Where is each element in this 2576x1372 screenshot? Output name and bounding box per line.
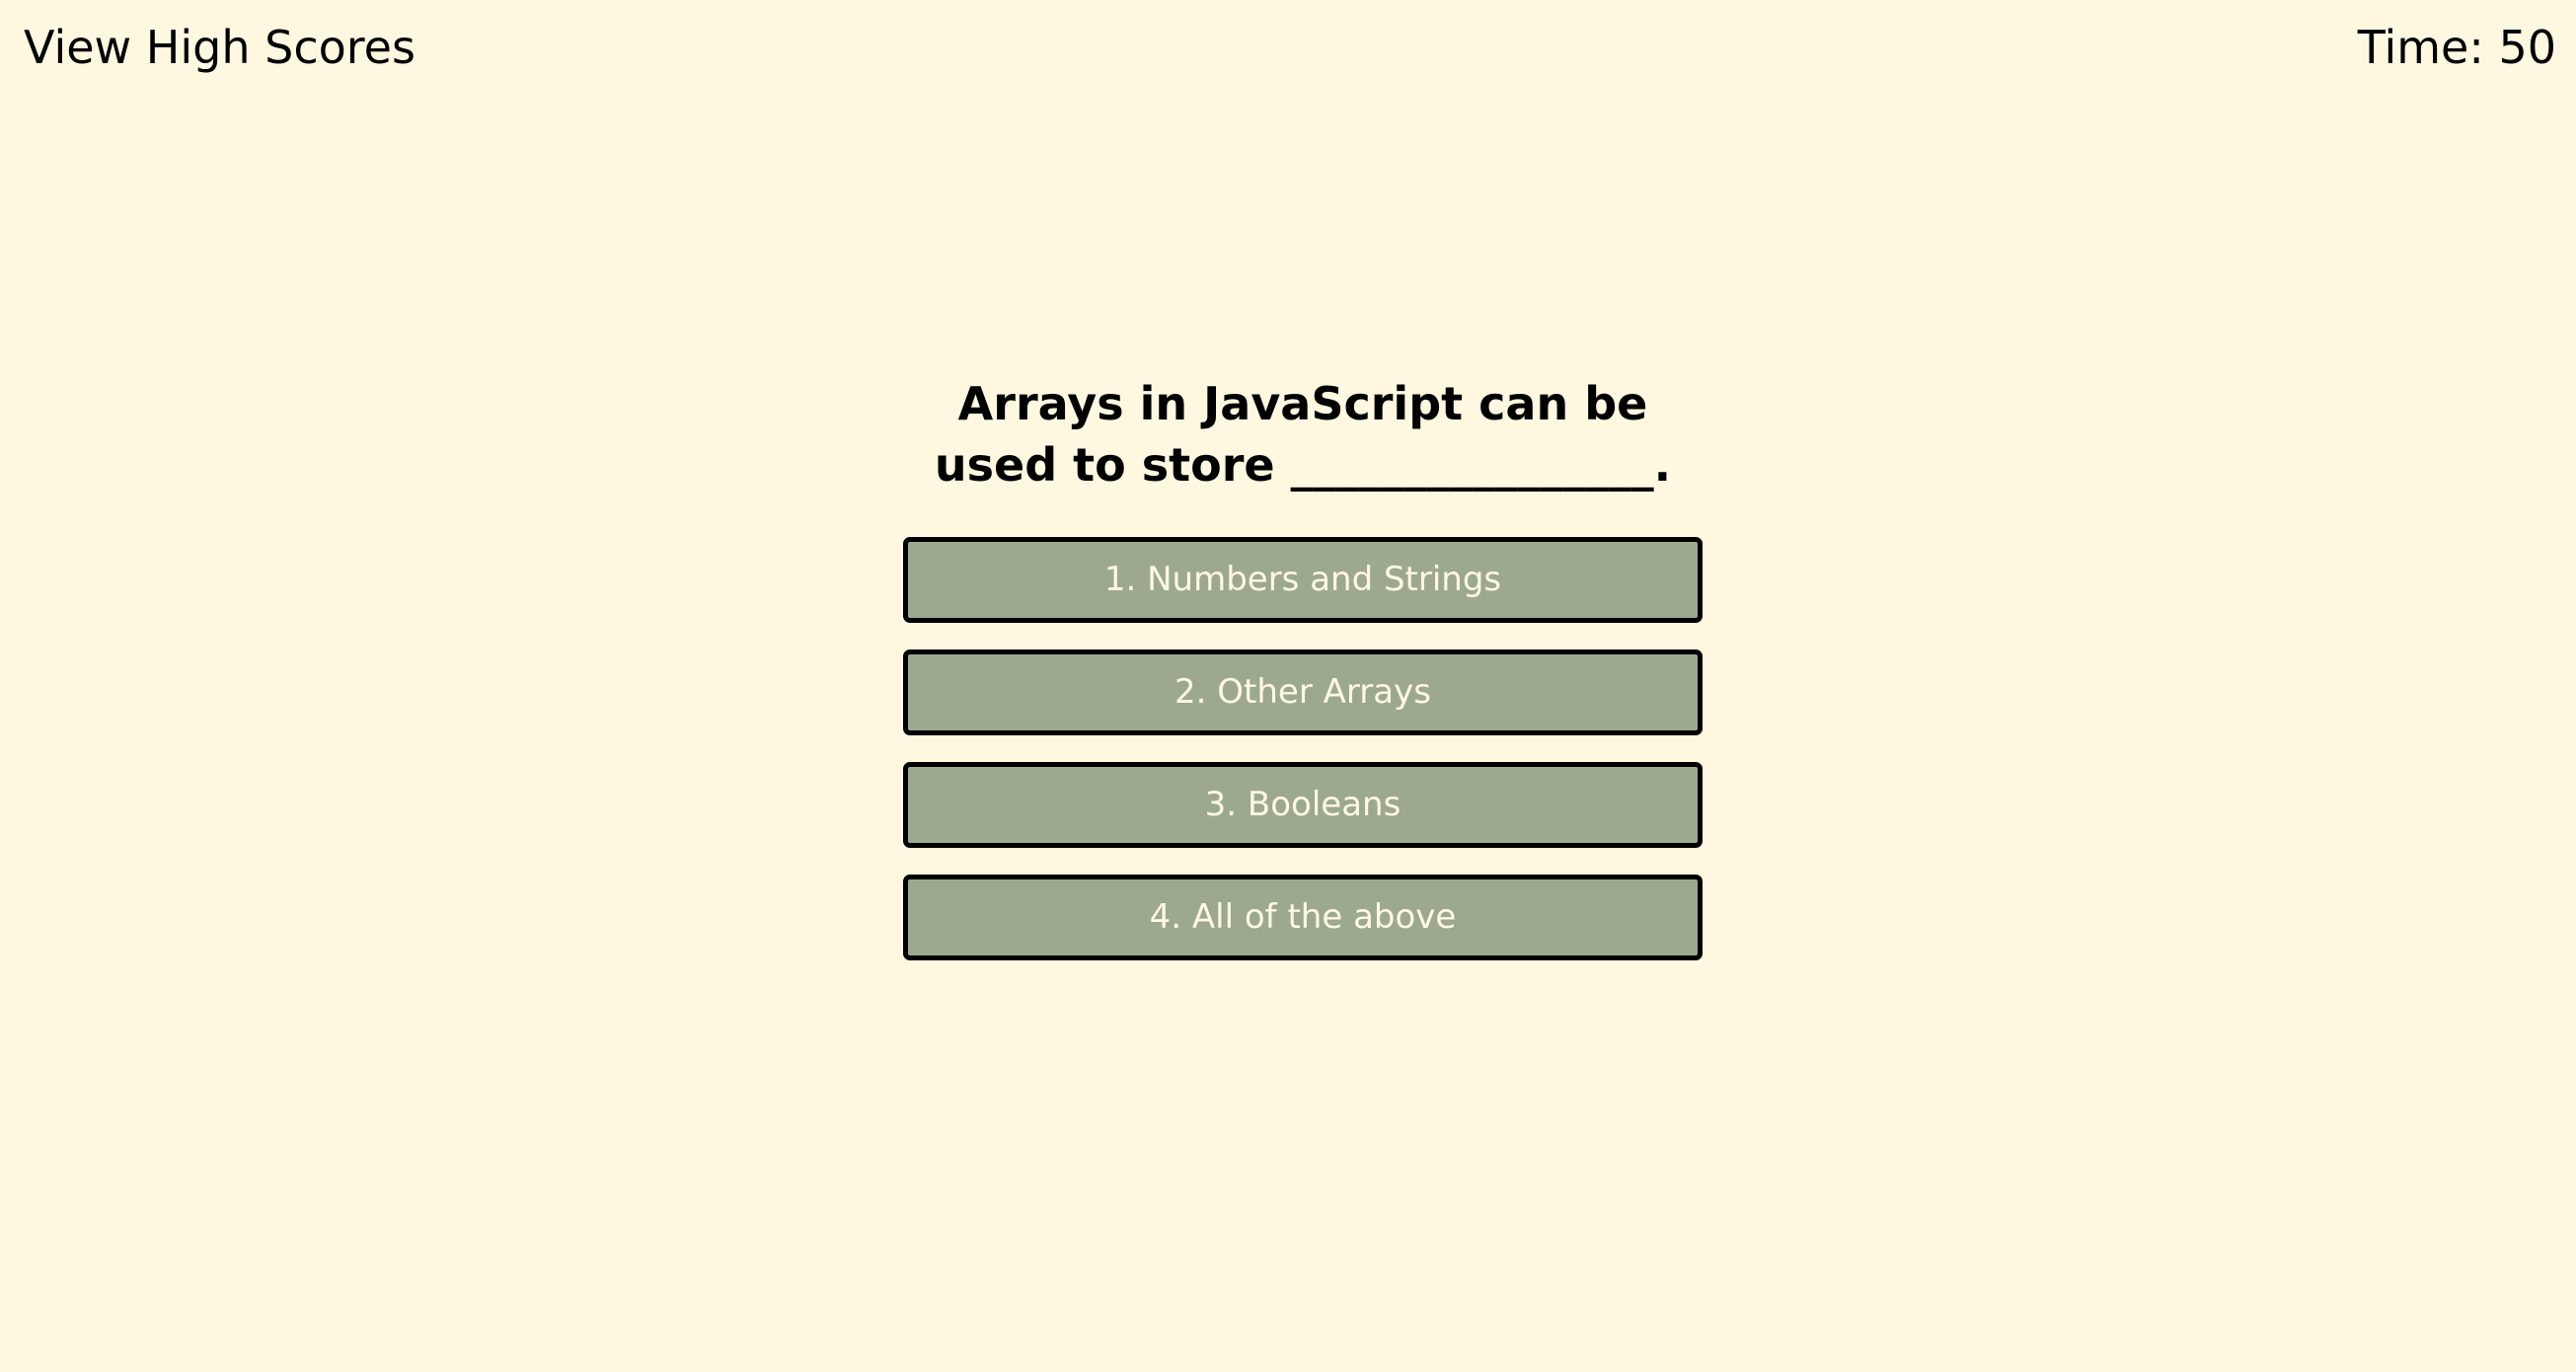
- answer-list: 1. Numbers and Strings 2. Other Arrays 3…: [903, 537, 1703, 960]
- quiz-page: View High Scores Time: 50 Arrays in Java…: [0, 0, 2576, 1372]
- answer-button-2[interactable]: 2. Other Arrays: [903, 649, 1703, 735]
- view-high-scores-link[interactable]: View High Scores: [24, 18, 416, 77]
- question-text: Arrays in JavaScript can be used to stor…: [934, 377, 1672, 492]
- answer-button-1[interactable]: 1. Numbers and Strings: [903, 537, 1703, 623]
- answer-button-4[interactable]: 4. All of the above: [903, 875, 1703, 960]
- header: View High Scores Time: 50: [0, 0, 2576, 99]
- quiz-container: Arrays in JavaScript can be used to stor…: [903, 373, 1703, 960]
- timer: Time: 50: [2357, 21, 2556, 74]
- answer-button-3[interactable]: 3. Booleans: [903, 762, 1703, 848]
